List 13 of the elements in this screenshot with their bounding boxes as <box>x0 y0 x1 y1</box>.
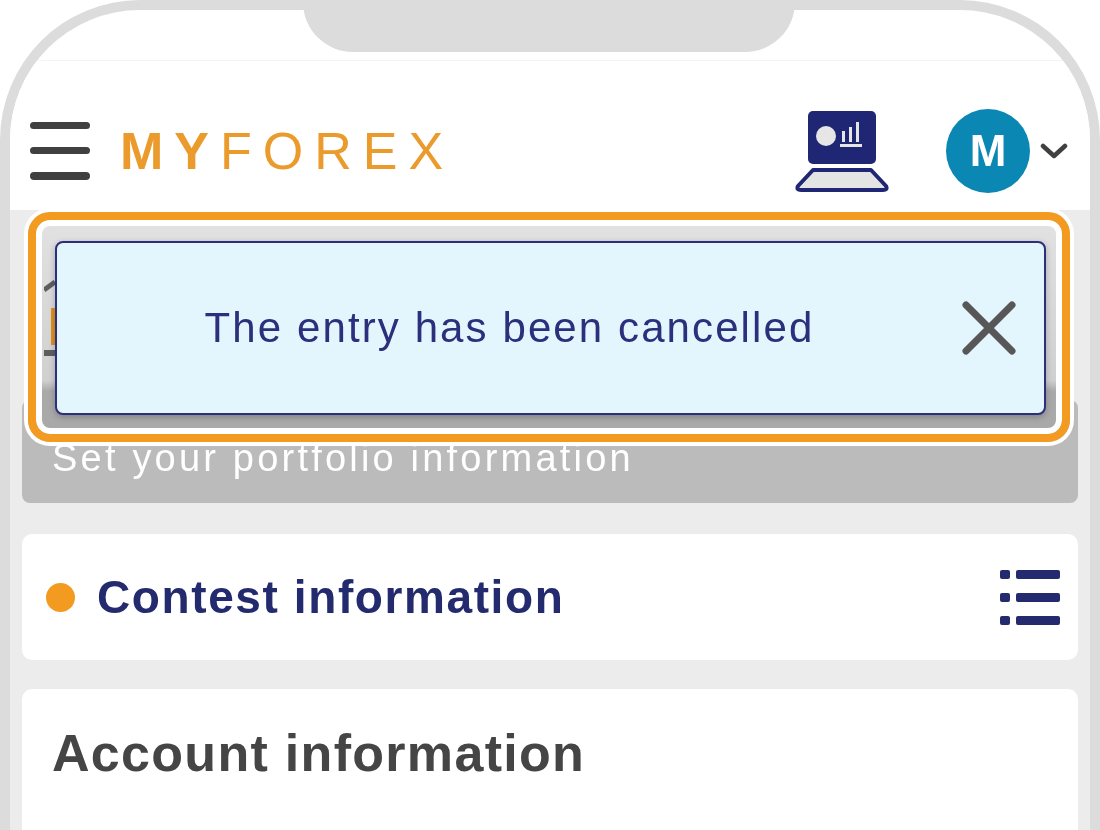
menu-icon[interactable] <box>30 121 90 180</box>
section-heading: Account information <box>52 724 586 782</box>
bullet-dot-icon <box>46 582 75 612</box>
avatar-button[interactable]: M <box>946 108 1030 193</box>
card-title: Contest information <box>97 570 566 624</box>
notification-message: The entry has been cancelled <box>203 304 816 352</box>
computer-chart-icon[interactable] <box>795 109 889 192</box>
list-icon[interactable] <box>1000 569 1060 625</box>
close-button[interactable] <box>962 301 1016 355</box>
close-icon <box>962 301 1016 355</box>
partial-icon <box>44 280 55 356</box>
chevron-down-icon[interactable] <box>1040 142 1068 159</box>
contest-card[interactable]: Contest information <box>22 534 1078 660</box>
